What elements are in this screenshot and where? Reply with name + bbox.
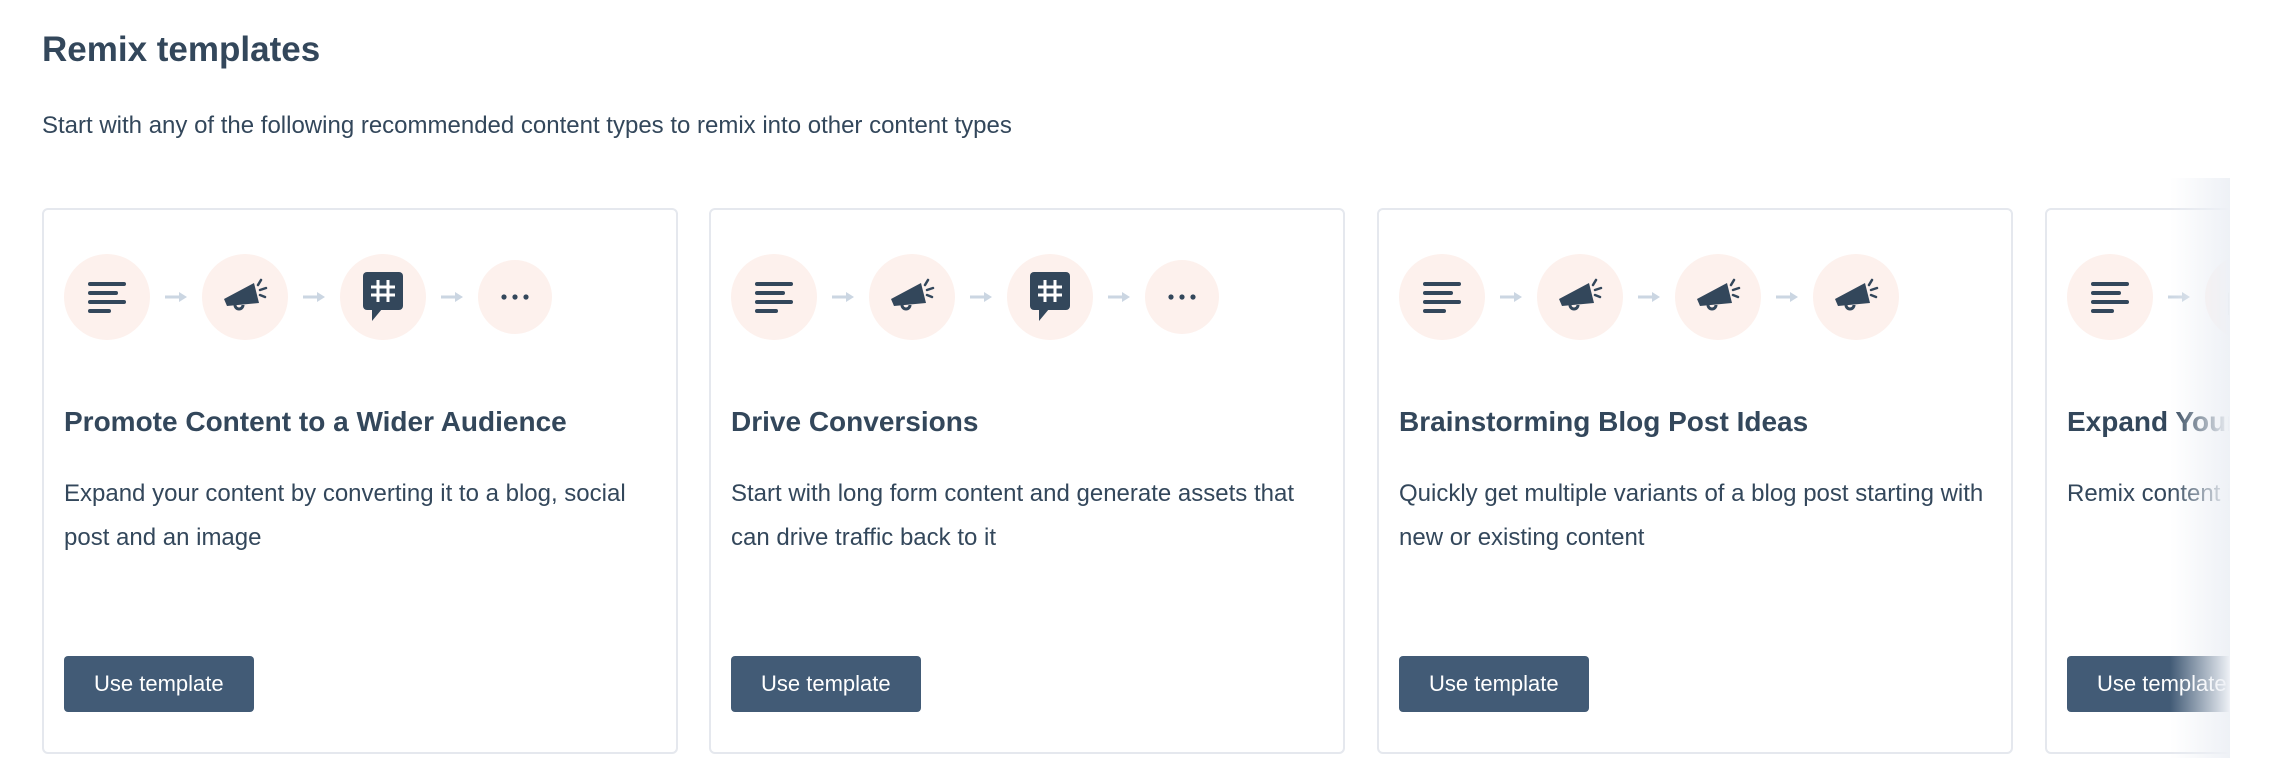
text-lines-icon: [2067, 254, 2153, 340]
arrow-right-icon: [1761, 292, 1813, 302]
card-title: Brainstorming Blog Post Ideas: [1399, 406, 1809, 437]
template-card: Promote Content to a Wider Audience Expa…: [42, 208, 678, 754]
page-title: Remix templates: [42, 30, 321, 69]
hashtag-chat-icon: [1007, 254, 1093, 340]
arrow-right-icon: [426, 292, 478, 302]
hashtag-chat-icon: [340, 254, 426, 340]
card-description: Expand your content by converting it to …: [64, 480, 626, 551]
arrow-right-icon: [955, 292, 1007, 302]
more-icon: [478, 260, 552, 334]
arrow-right-icon: [817, 292, 869, 302]
template-card: Brainstorming Blog Post Ideas Quickly ge…: [1377, 208, 2013, 754]
megaphone-icon: [1537, 254, 1623, 340]
text-lines-icon: [731, 254, 817, 340]
megaphone-icon: [1813, 254, 1899, 340]
use-template-button[interactable]: Use template: [64, 656, 254, 712]
card-description: Quickly get multiple variants of a blog …: [1399, 480, 1984, 551]
arrow-right-icon: [1623, 292, 1675, 302]
page-subtitle: Start with any of the following recommen…: [42, 112, 1012, 139]
scroll-fade: [2170, 178, 2230, 758]
content-flow: [64, 254, 552, 340]
text-lines-icon: [1399, 254, 1485, 340]
template-card: Drive Conversions Start with long form c…: [709, 208, 1345, 754]
arrow-right-icon: [288, 292, 340, 302]
card-title: Promote Content to a Wider Audience: [64, 406, 567, 437]
megaphone-icon: [202, 254, 288, 340]
content-flow: [731, 254, 1219, 340]
card-title: Drive Conversions: [731, 406, 979, 437]
content-flow: [1399, 254, 1899, 340]
arrow-right-icon: [1093, 292, 1145, 302]
arrow-right-icon: [1485, 292, 1537, 302]
megaphone-icon: [1675, 254, 1761, 340]
text-lines-icon: [64, 254, 150, 340]
template-carousel: Promote Content to a Wider Audience Expa…: [42, 208, 2229, 758]
card-description: Start with long form content and generat…: [731, 480, 1294, 551]
use-template-button[interactable]: Use template: [1399, 656, 1589, 712]
use-template-button[interactable]: Use template: [731, 656, 921, 712]
megaphone-icon: [869, 254, 955, 340]
arrow-right-icon: [150, 292, 202, 302]
more-icon: [1145, 260, 1219, 334]
